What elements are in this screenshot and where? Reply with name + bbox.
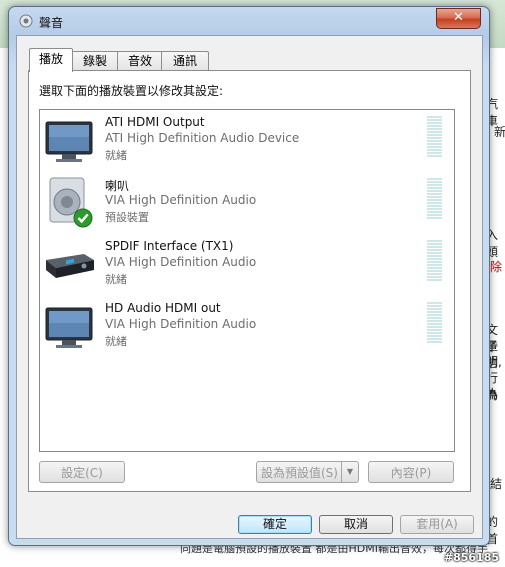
title-bar[interactable]: 聲音 ✕ (9, 7, 489, 35)
device-name: SPDIF Interface (TX1) (105, 239, 234, 253)
receiver-icon (44, 238, 96, 290)
dialog-client: 播放 錄製 音效 通訊 選取下面的播放裝置以修改其設定: ATI HDMI Ou… (16, 35, 483, 539)
level-meter (427, 240, 442, 282)
monitor-icon (44, 300, 96, 352)
device-name: HD Audio HDMI out (105, 301, 221, 315)
apply-button[interactable]: 套用(A) (400, 515, 474, 534)
device-status: 就緒 (105, 149, 127, 162)
device-status: 就緒 (105, 273, 127, 286)
monitor-icon (44, 114, 96, 166)
speaker-title-icon (19, 14, 33, 28)
close-button[interactable]: ✕ (436, 8, 481, 29)
instruction-text: 選取下面的播放裝置以修改其設定: (39, 84, 224, 98)
configure-button[interactable]: 設定(C) (39, 461, 125, 483)
device-item-speakers[interactable]: 喇叭 VIA High Definition Audio 預設裝置 (40, 172, 452, 232)
device-list[interactable]: ATI HDMI Output ATI High Definition Audi… (39, 109, 455, 452)
tab-sounds[interactable]: 音效 (117, 51, 163, 71)
level-meter (427, 116, 442, 158)
chevron-down-icon[interactable]: ▼ (341, 462, 358, 482)
watermark: #856185 (443, 551, 499, 564)
background-text: 結 (490, 477, 503, 491)
tab-recording[interactable]: 錄製 (71, 51, 119, 71)
level-meter (427, 302, 442, 344)
ok-button[interactable]: 確定 (238, 515, 312, 534)
device-status: 預設裝置 (105, 211, 149, 224)
set-default-label: 設為預設值(S) (261, 466, 338, 480)
cancel-button[interactable]: 取消 (319, 515, 393, 534)
properties-button[interactable]: 內容(P) (368, 461, 454, 483)
device-description: ATI High Definition Audio Device (105, 131, 300, 145)
level-meter (427, 178, 442, 220)
set-default-button[interactable]: 設為預設值(S) ▼ (256, 461, 359, 483)
tab-communications[interactable]: 通訊 (161, 51, 209, 71)
background-text: 新 (494, 125, 505, 139)
speaker-icon (44, 176, 96, 228)
device-status: 就緒 (105, 335, 127, 348)
device-description: VIA High Definition Audio (105, 193, 257, 207)
device-item-hd-hdmi[interactable]: HD Audio HDMI out VIA High Definition Au… (40, 296, 452, 356)
device-description: VIA High Definition Audio (105, 255, 257, 269)
window-title: 聲音 (39, 16, 64, 30)
background-text: 除 (490, 260, 503, 274)
device-item-spdif[interactable]: SPDIF Interface (TX1) VIA High Definitio… (40, 234, 452, 294)
playback-panel: 選取下面的播放裝置以修改其設定: ATI HDMI Output ATI Hig… (28, 70, 471, 492)
device-item-ati-hdmi[interactable]: ATI HDMI Output ATI High Definition Audi… (40, 110, 452, 170)
tab-playback[interactable]: 播放 (29, 48, 73, 72)
device-name: ATI HDMI Output (105, 115, 205, 129)
device-description: VIA High Definition Audio (105, 317, 257, 331)
device-name: 喇叭 (105, 179, 130, 193)
sound-dialog: 聲音 ✕ 播放 錄製 音效 通訊 選取下面的播放裝置以修改其設定: ATI HD… (8, 6, 490, 546)
